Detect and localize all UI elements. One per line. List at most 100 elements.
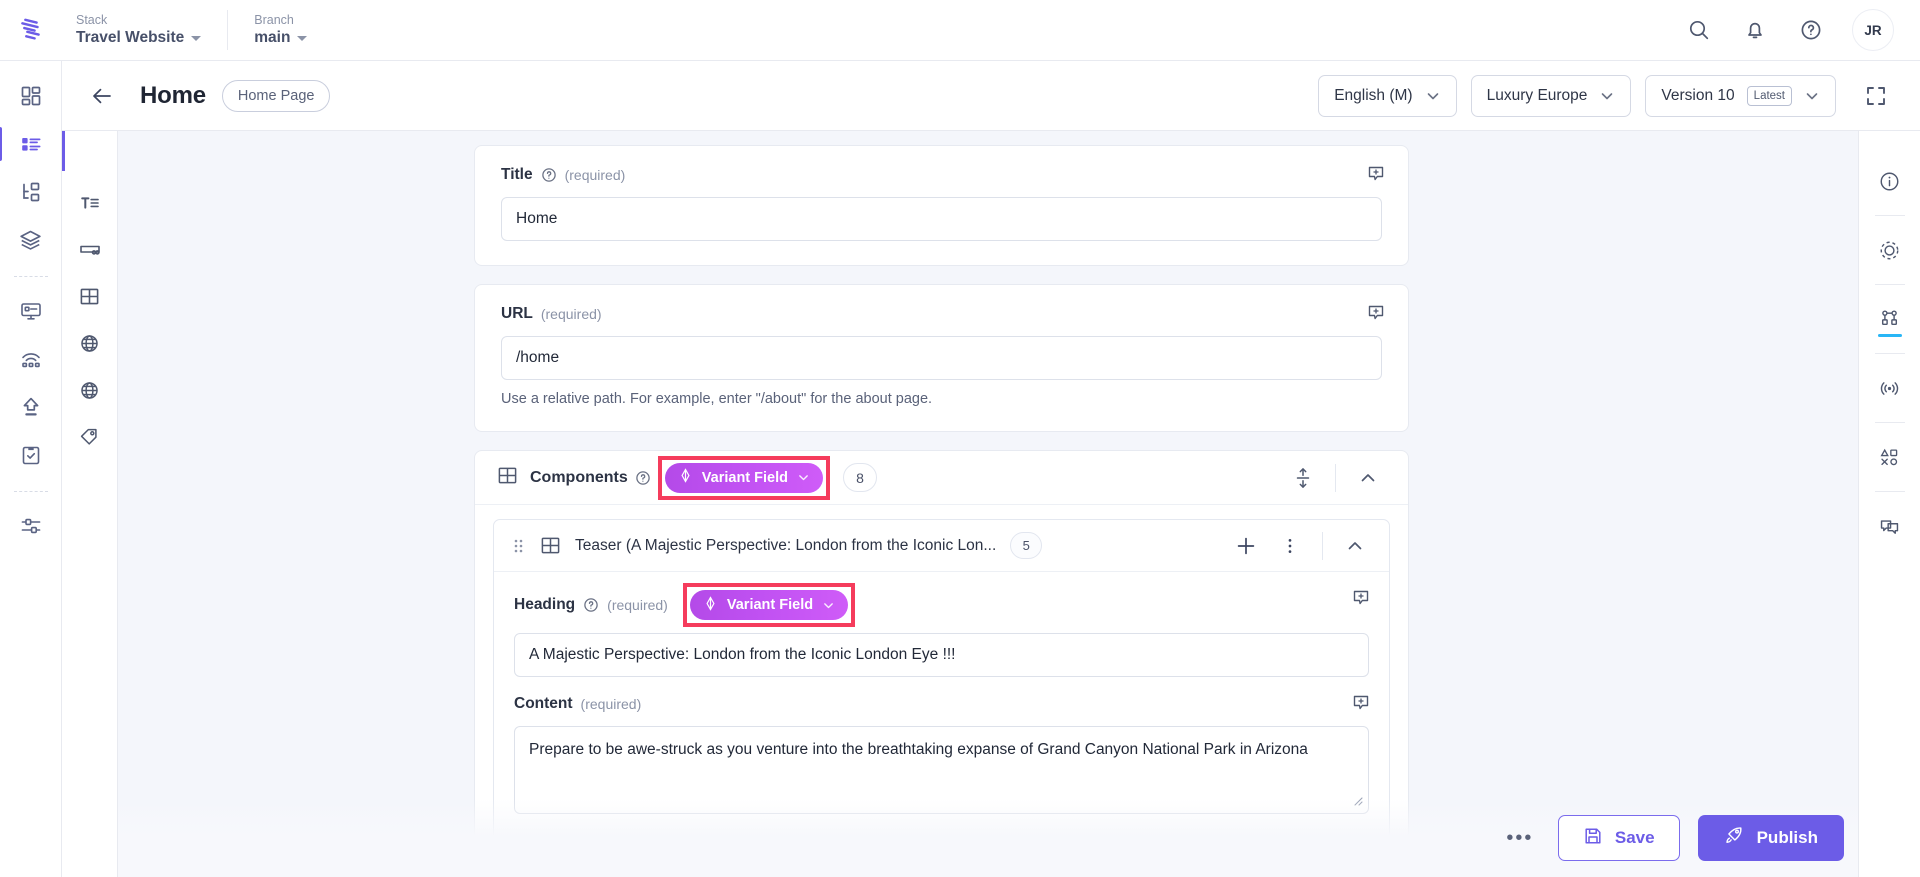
rocket-icon: [1724, 825, 1745, 851]
title-label-row: Title (required): [501, 166, 1382, 184]
variant-diamond-icon: [703, 595, 718, 615]
heading-variant-field-badge[interactable]: Variant Field: [689, 590, 849, 620]
content-required-text: (required): [580, 696, 642, 712]
components-variant-field-highlight: Variant Field: [657, 455, 831, 500]
broadcast-icon[interactable]: [1868, 364, 1912, 412]
components-label: Components: [530, 468, 628, 486]
sidebar-item-content-models[interactable]: [9, 169, 53, 215]
global-field-alt-icon[interactable]: [70, 367, 110, 414]
field-card-title: Title (required): [474, 145, 1409, 266]
sidebar-item-assets[interactable]: [9, 217, 53, 263]
chevron-down-icon: [297, 35, 308, 41]
heading-variant-field-highlight: Variant Field: [682, 583, 856, 627]
reorder-vertical-icon[interactable]: [1281, 461, 1325, 495]
variant-select[interactable]: Luxury Europe: [1470, 74, 1632, 117]
add-comment-icon[interactable]: [1366, 164, 1386, 189]
teaser-body: Heading (required) Variant Field A Majes…: [494, 572, 1389, 841]
heading-variant-field-label: Variant Field: [726, 597, 814, 613]
references-graph-icon[interactable]: [1868, 295, 1912, 343]
help-circle-icon[interactable]: [635, 470, 651, 486]
more-actions-icon[interactable]: •••: [1500, 818, 1540, 858]
drag-handle-icon[interactable]: [510, 537, 526, 555]
branch-value: main: [254, 28, 308, 48]
add-component-plus-icon[interactable]: [1224, 529, 1268, 563]
group-grid-icon: [540, 535, 561, 556]
target-rings-icon[interactable]: [1868, 226, 1912, 274]
back-arrow-icon[interactable]: [84, 78, 120, 114]
branch-name: main: [254, 29, 291, 46]
notifications-bell-icon[interactable]: [1740, 15, 1770, 45]
avatar[interactable]: JR: [1852, 9, 1894, 51]
header-divider: [1335, 463, 1336, 492]
collapse-chevron-up-icon[interactable]: [1346, 461, 1390, 495]
save-disk-icon: [1583, 826, 1603, 851]
heading-required-text: (required): [607, 597, 668, 613]
sidebar-item-entries[interactable]: [0, 121, 53, 167]
comments-icon[interactable]: [1868, 502, 1912, 550]
entry-header-controls: English (M) Luxury Europe Version 10 Lat…: [1318, 74, 1894, 117]
field-card-url: URL (required) Use a relative path. For …: [474, 284, 1409, 432]
add-comment-icon[interactable]: [1351, 588, 1371, 613]
add-comment-icon[interactable]: [1351, 693, 1371, 718]
publish-button[interactable]: Publish: [1697, 815, 1844, 861]
content-textarea[interactable]: Prepare to be awe-struck as you venture …: [514, 726, 1369, 814]
url-hint: Use a relative path. For example, enter …: [501, 391, 933, 407]
content-label-row: Content (required): [514, 695, 1369, 713]
latest-version-tag: Latest: [1746, 85, 1792, 106]
sidebar-item-releases[interactable]: [9, 336, 53, 382]
publish-button-label: Publish: [1756, 828, 1818, 847]
sidebar-divider: [13, 491, 48, 492]
locale-select[interactable]: English (M): [1318, 74, 1457, 117]
sidebar-item-settings[interactable]: [9, 503, 53, 549]
chevron-down-icon: [799, 475, 808, 481]
fullscreen-icon[interactable]: [1858, 78, 1894, 114]
sidebar-item-live-preview[interactable]: [9, 288, 53, 334]
sidebar-item-publish-queue[interactable]: [9, 384, 53, 430]
entry-footer-actions: ••• Save Publish: [1500, 799, 1844, 877]
url-label: URL: [501, 305, 533, 322]
save-button[interactable]: Save: [1557, 815, 1680, 861]
add-comment-icon[interactable]: [1366, 303, 1386, 328]
help-circle-icon[interactable]: [1796, 15, 1826, 45]
group-grid-icon: [497, 465, 518, 491]
field-content: Content (required) Prepare to be awe-str…: [514, 695, 1369, 819]
heading-input[interactable]: [514, 633, 1369, 677]
contentstack-logo-icon[interactable]: [0, 15, 62, 45]
components-count-badge: 8: [843, 463, 878, 492]
help-circle-icon[interactable]: [583, 597, 599, 613]
url-input[interactable]: [501, 336, 1382, 380]
variant-diamond-icon: [678, 468, 693, 487]
branch-switcher[interactable]: Branch main: [227, 10, 333, 50]
teaser-title: Teaser (A Majestic Perspective: London f…: [575, 536, 997, 554]
content-type-pill[interactable]: Home Page: [221, 79, 331, 112]
more-options-vertical-icon[interactable]: [1268, 529, 1312, 563]
title-required-text: (required): [564, 167, 626, 183]
sidebar-divider: [13, 276, 48, 277]
utility-divider: [1874, 284, 1905, 285]
entry-utility-sidebar: [1858, 131, 1920, 877]
title-input[interactable]: [501, 197, 1382, 241]
tag-icon[interactable]: [70, 414, 110, 461]
utility-divider: [1874, 353, 1905, 354]
variants-shapes-icon[interactable]: [1868, 433, 1912, 481]
field-card-components: Components Variant Field 8 Teaser (A Maj…: [474, 450, 1409, 861]
help-circle-icon[interactable]: [541, 167, 557, 183]
search-icon[interactable]: [1684, 15, 1714, 45]
components-variant-field-badge[interactable]: Variant Field: [664, 462, 824, 493]
text-field-icon[interactable]: [70, 179, 110, 226]
sidebar-item-audit-log[interactable]: [9, 432, 53, 478]
global-field-icon[interactable]: [70, 320, 110, 367]
version-select[interactable]: Version 10 Latest: [1645, 74, 1836, 117]
sidebar-item-dashboard[interactable]: [9, 73, 53, 119]
stack-switcher[interactable]: Stack Travel Website: [62, 10, 227, 50]
components-header: Components Variant Field 8: [475, 451, 1408, 505]
entry-header: Home Home Page English (M) Luxury Europe…: [62, 61, 1920, 131]
context-switchers: Stack Travel Website Branch main: [62, 0, 333, 60]
group-grid-icon[interactable]: [70, 273, 110, 320]
locale-select-value: English (M): [1334, 86, 1413, 104]
teaser-header: Teaser (A Majestic Perspective: London f…: [494, 520, 1389, 572]
chevron-down-icon: [1427, 92, 1438, 99]
teaser-collapse-chevron-up-icon[interactable]: [1333, 529, 1377, 563]
single-line-icon[interactable]: [70, 226, 110, 273]
info-circle-icon[interactable]: [1868, 157, 1912, 205]
